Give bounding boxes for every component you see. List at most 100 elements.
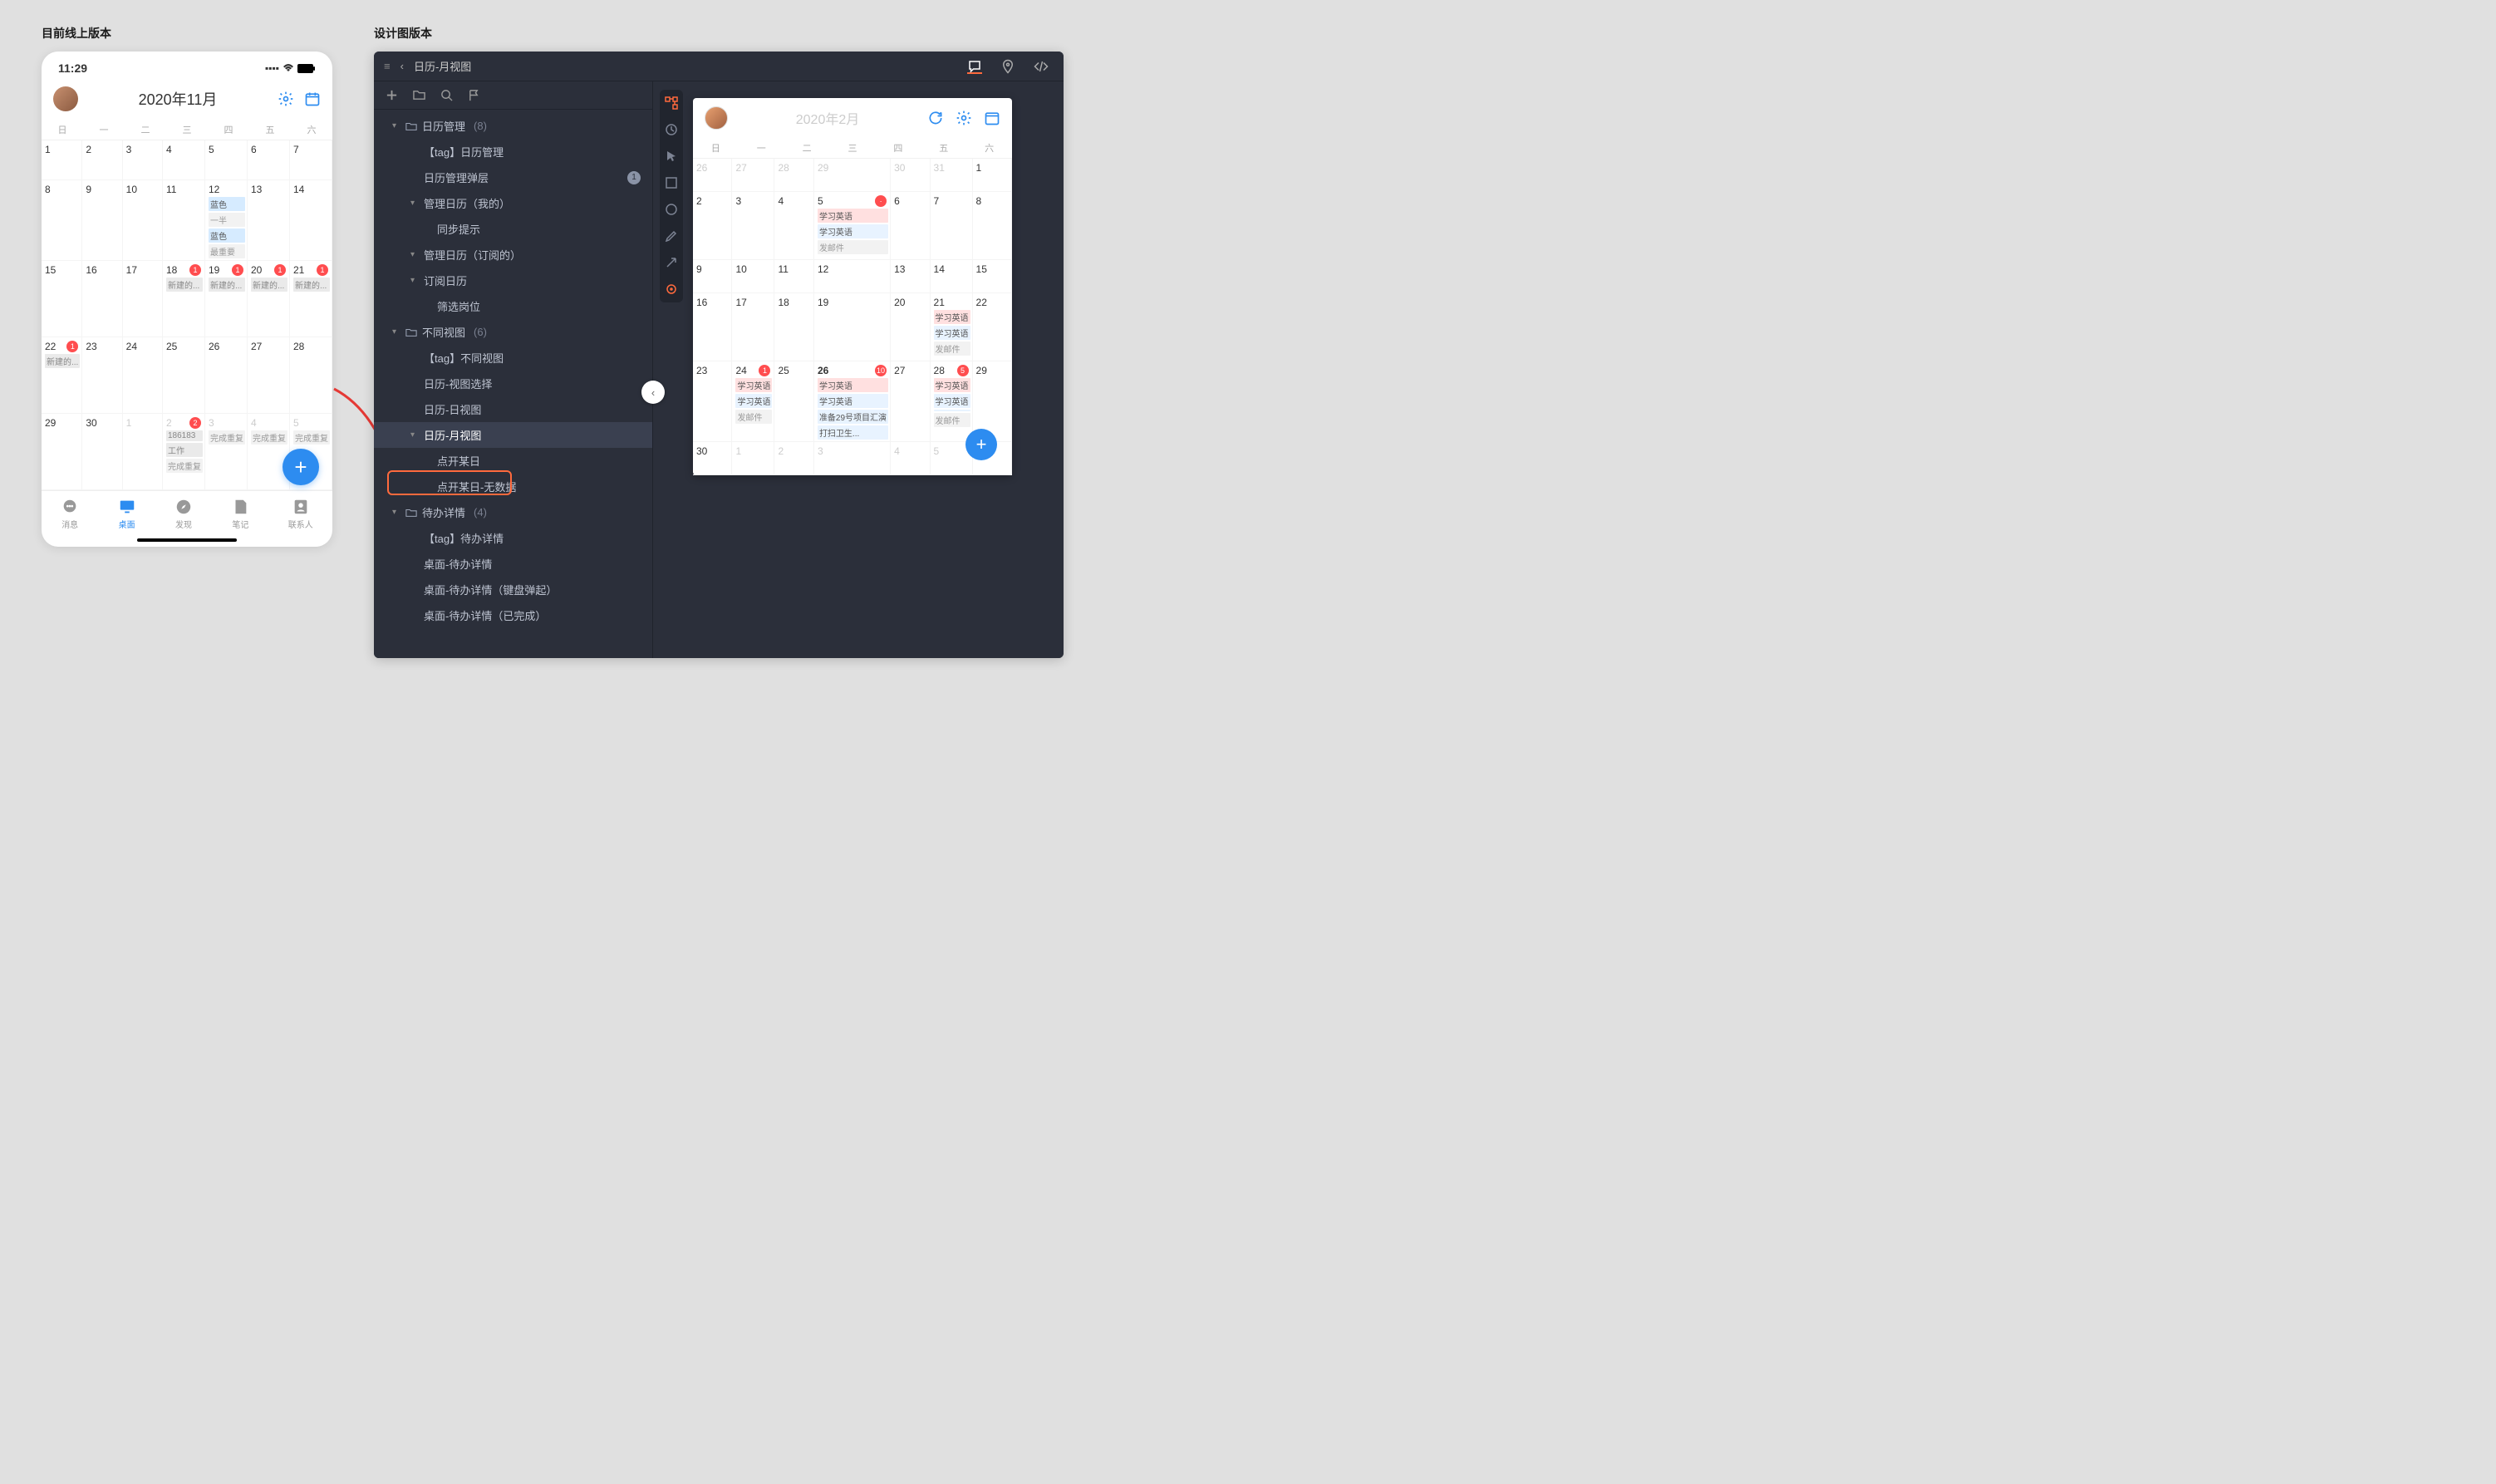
day-cell[interactable]: 31 [931,159,973,192]
day-cell[interactable]: 26 [693,159,732,192]
day-cell[interactable]: 7 [931,192,973,260]
day-cell[interactable]: 7 [290,140,332,180]
refresh-icon[interactable] [927,110,944,126]
event-chip[interactable]: 新建的... [293,278,330,292]
event-chip[interactable]: 学习英语 [818,378,888,392]
event-chip[interactable]: 蓝色 [209,197,245,211]
tree-row[interactable]: 【tag】日历管理 [374,139,652,165]
day-cell[interactable]: 25 [774,361,813,442]
day-cell[interactable]: 15 [42,261,82,337]
tree-row[interactable]: 桌面-待办详情 [374,551,652,577]
tree-tool-icon[interactable] [665,96,678,110]
event-chip[interactable]: 发邮件 [934,342,970,356]
day-cell[interactable]: 2 [82,140,122,180]
day-cell[interactable]: 30 [891,159,930,192]
day-cell[interactable]: 29 [814,159,891,192]
event-chip[interactable]: 一半 [209,213,245,227]
pen-icon[interactable] [665,229,678,243]
day-cell[interactable]: 27 [891,361,930,442]
add-event-fab[interactable]: + [283,449,319,485]
back-icon[interactable]: ‹ [400,60,404,72]
day-cell[interactable]: 5·学习英语学习英语发邮件 [814,192,891,260]
add-icon[interactable] [386,89,398,101]
event-chip[interactable]: 学习英语 [818,394,888,408]
day-cell[interactable]: 1 [732,442,774,475]
event-chip[interactable]: 学习英语 [934,394,970,408]
settings-icon[interactable] [278,91,294,107]
day-cell[interactable]: 2 [774,442,813,475]
day-cell[interactable]: 22186183工作完成重复 [163,414,205,490]
event-chip[interactable]: 186183 [166,430,203,441]
day-cell[interactable]: 27 [248,337,290,414]
day-cell[interactable]: 9 [693,260,732,293]
event-chip[interactable]: 学习英语 [818,224,888,238]
day-cell[interactable]: 20 [891,293,930,361]
tree-row[interactable]: ▾订阅日历 [374,268,652,293]
tree-row[interactable]: ▾日历-月视图 [374,422,652,448]
event-chip[interactable]: 完成重复 [293,430,330,445]
event-chip[interactable]: 蓝色 [209,228,245,243]
day-cell[interactable]: 28 [290,337,332,414]
day-cell[interactable]: 11 [163,180,205,261]
day-cell[interactable]: 16 [82,261,122,337]
day-cell[interactable]: 6 [891,192,930,260]
day-cell[interactable]: 27 [732,159,774,192]
event-chip[interactable]: 学习英语 [735,394,772,408]
event-chip[interactable]: 新建的... [45,354,80,368]
day-cell[interactable]: 9 [82,180,122,261]
collapse-sidebar-button[interactable]: ‹ [641,381,665,404]
event-chip[interactable]: 完成重复 [209,430,245,445]
day-cell[interactable]: 3 [814,442,891,475]
day-cell[interactable]: 4 [891,442,930,475]
day-cell[interactable]: 2610学习英语学习英语准备29号项目汇演打扫卫生... [814,361,891,442]
day-cell[interactable]: 3 [123,140,163,180]
day-cell[interactable]: 181新建的... [163,261,205,337]
day-cell[interactable]: 221新建的... [42,337,82,414]
event-chip[interactable]: 学习英语 [934,310,970,324]
day-cell[interactable]: 12 [814,260,891,293]
day-cell[interactable]: 8 [42,180,82,261]
day-cell[interactable]: 6 [248,140,290,180]
tree-row[interactable]: 同步提示 [374,216,652,242]
day-cell[interactable]: 14 [931,260,973,293]
tree-row[interactable]: ▾日历管理(8) [374,113,652,139]
tab-chat[interactable]: 消息 [61,498,79,530]
tab-compass[interactable]: 发现 [174,498,193,530]
event-chip[interactable]: 新建的... [209,278,245,292]
event-chip[interactable]: 发邮件 [818,240,888,254]
tree-row[interactable]: 【tag】不同视图 [374,345,652,371]
folder-icon[interactable] [413,89,425,101]
day-cell[interactable]: 13 [248,180,290,261]
day-cell[interactable]: 23 [82,337,122,414]
day-cell[interactable]: 1 [42,140,82,180]
day-cell[interactable]: 30 [82,414,122,490]
square-icon[interactable] [665,176,678,189]
event-chip[interactable]: 学习英语 [934,326,970,340]
event-chip[interactable]: 完成重复 [166,459,203,473]
event-chip[interactable]: 新建的... [166,278,203,292]
flag-icon[interactable] [468,89,480,101]
day-cell[interactable]: 15 [973,260,1012,293]
tree-row[interactable]: 点开某日-无数据 [374,474,652,499]
day-cell[interactable]: 2 [693,192,732,260]
day-cell[interactable]: 13 [891,260,930,293]
pin-icon[interactable] [1000,59,1015,74]
day-cell[interactable]: 16 [693,293,732,361]
tree-row[interactable]: 点开某日 [374,448,652,474]
tab-contacts[interactable]: 联系人 [288,498,313,530]
day-cell[interactable]: 191新建的... [205,261,248,337]
event-chip[interactable] [934,410,970,411]
day-cell[interactable]: 23 [693,361,732,442]
event-chip[interactable]: 最重要 [209,244,245,258]
tree-row[interactable]: ▾管理日历（我的） [374,190,652,216]
tree-row[interactable]: ▾管理日历（订阅的） [374,242,652,268]
day-cell[interactable]: 1 [973,159,1012,192]
day-cell[interactable]: 285学习英语学习英语发邮件 [931,361,973,442]
day-cell[interactable]: 14 [290,180,332,261]
tree-row[interactable]: 桌面-待办详情（已完成） [374,602,652,628]
tree-row[interactable]: 【tag】待办详情 [374,525,652,551]
day-cell[interactable]: 18 [774,293,813,361]
day-cell[interactable]: 8 [973,192,1012,260]
day-cell[interactable]: 17 [732,293,774,361]
event-chip[interactable]: 学习英语 [735,378,772,392]
